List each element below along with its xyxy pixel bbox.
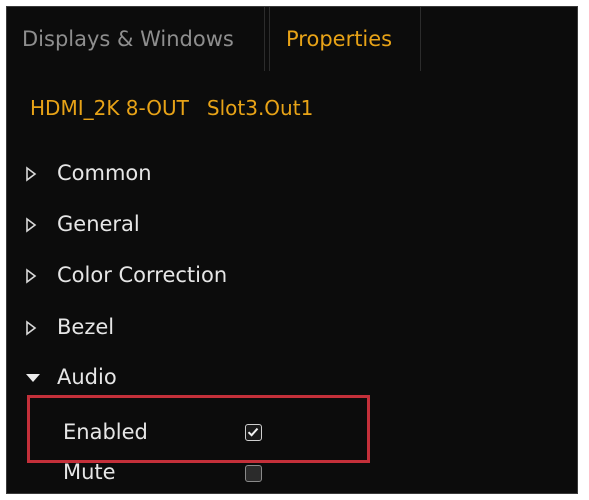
group-common[interactable]: Common xyxy=(7,155,577,195)
device-name: HDMI_2K 8-OUT xyxy=(30,96,189,120)
triangle-down-icon[interactable] xyxy=(25,370,40,388)
group-color-correction[interactable]: Color Correction xyxy=(7,257,577,297)
group-general-label: General xyxy=(57,212,140,236)
tab-properties[interactable]: Properties xyxy=(269,7,421,71)
mute-label: Mute xyxy=(63,460,116,484)
device-slot: Slot3.Out1 xyxy=(206,96,314,120)
triangle-right-icon[interactable] xyxy=(25,268,39,286)
enabled-label: Enabled xyxy=(63,420,148,444)
enabled-checkbox[interactable] xyxy=(245,424,262,441)
group-audio[interactable]: Audio xyxy=(7,359,577,399)
group-general[interactable]: General xyxy=(7,206,577,246)
triangle-right-icon[interactable] xyxy=(25,166,39,184)
properties-panel: Displays & Windows Properties HDMI_2K 8-… xyxy=(6,6,578,494)
mute-checkbox[interactable] xyxy=(245,465,262,482)
group-common-label: Common xyxy=(57,161,152,185)
group-color-correction-label: Color Correction xyxy=(57,263,228,287)
checkmark-icon xyxy=(247,427,259,437)
triangle-right-icon[interactable] xyxy=(25,320,39,338)
group-bezel-label: Bezel xyxy=(57,315,115,339)
device-header: HDMI_2K 8-OUT Slot3.Out1 xyxy=(30,96,331,120)
tab-displays-windows[interactable]: Displays & Windows xyxy=(7,7,265,71)
tab-bar: Displays & Windows Properties xyxy=(7,7,577,71)
triangle-right-icon[interactable] xyxy=(25,217,39,235)
group-bezel[interactable]: Bezel xyxy=(7,309,577,349)
group-audio-label: Audio xyxy=(57,365,117,389)
